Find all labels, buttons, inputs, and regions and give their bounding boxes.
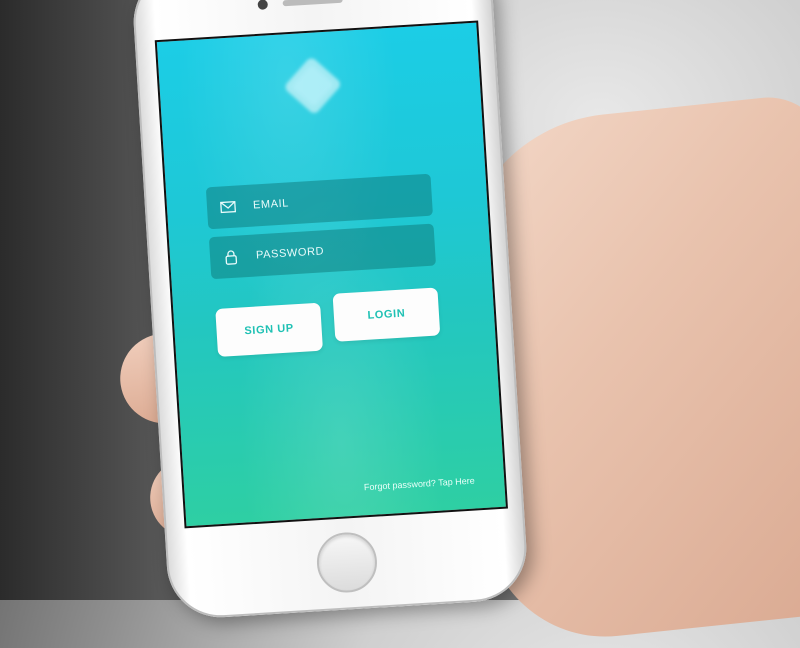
password-placeholder: PASSWORD: [255, 245, 325, 262]
app-screen: EMAIL PASSWORD SIGN UP LOGIN Forgot pass…: [154, 20, 508, 529]
envelope-icon: [219, 198, 238, 217]
app-logo-icon: [276, 49, 350, 123]
login-button[interactable]: LOGIN: [332, 287, 441, 342]
iphone-device: EMAIL PASSWORD SIGN UP LOGIN Forgot pass…: [130, 0, 530, 621]
sign-up-button[interactable]: SIGN UP: [215, 302, 323, 357]
lock-icon: [222, 247, 241, 266]
email-placeholder: EMAIL: [252, 197, 290, 212]
